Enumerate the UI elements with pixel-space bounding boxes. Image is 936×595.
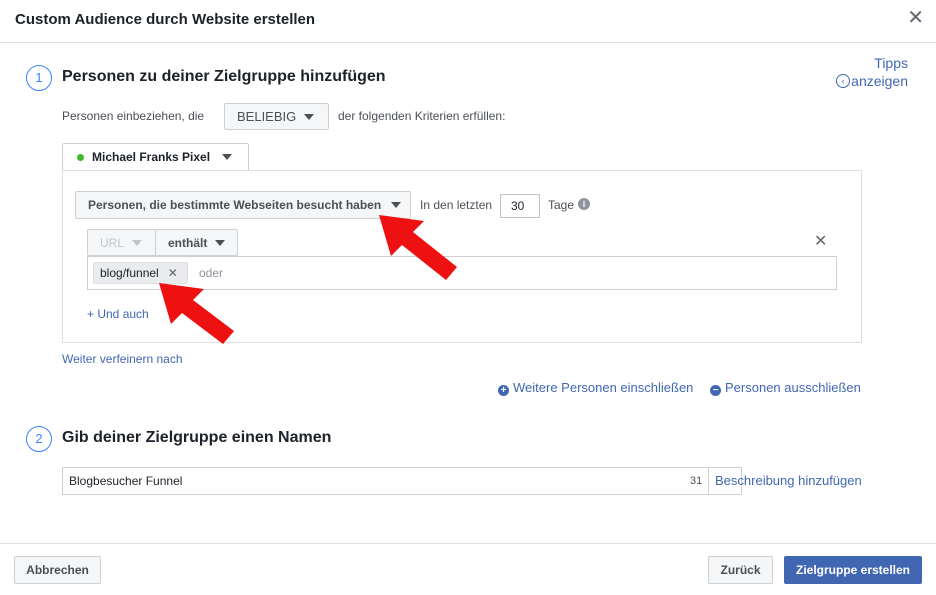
arrow-icon	[379, 215, 457, 280]
arrow-icon	[159, 283, 234, 344]
annotation-arrows	[159, 215, 457, 344]
